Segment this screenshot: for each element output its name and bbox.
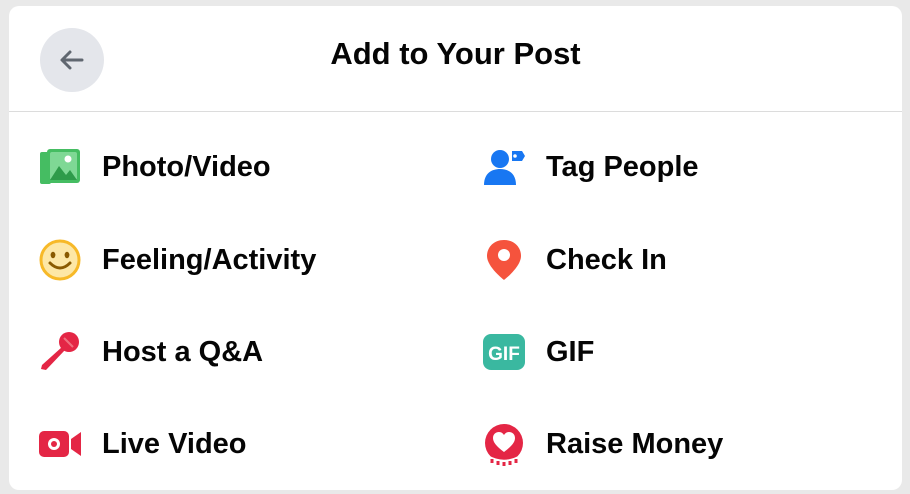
add-to-post-dialog: Add to Your Post Photo/Video Tag People … xyxy=(9,6,902,490)
option-label: Check In xyxy=(546,243,667,276)
option-label: Live Video xyxy=(102,427,247,460)
location-pin-icon xyxy=(481,237,527,283)
option-host-qa[interactable]: Host a Q&A xyxy=(37,317,437,387)
option-feeling-activity[interactable]: Feeling/Activity xyxy=(37,225,437,295)
dialog-title: Add to Your Post xyxy=(330,36,581,71)
option-photo-video[interactable]: Photo/Video xyxy=(37,132,437,202)
option-label: Raise Money xyxy=(546,427,724,460)
live-video-camera-icon xyxy=(37,421,83,467)
option-label: GIF xyxy=(546,335,595,368)
option-live-video[interactable]: Live Video xyxy=(37,409,437,479)
option-raise-money[interactable]: Raise Money xyxy=(481,409,881,479)
option-check-in[interactable]: Check In xyxy=(481,225,881,295)
svg-text:GIF: GIF xyxy=(488,344,520,365)
gif-icon: GIF xyxy=(481,329,527,375)
option-tag-people[interactable]: Tag People xyxy=(481,132,881,202)
tag-people-icon xyxy=(481,144,527,190)
feeling-smiley-icon xyxy=(37,237,83,283)
option-label: Photo/Video xyxy=(102,150,271,183)
option-label: Feeling/Activity xyxy=(102,243,317,276)
option-label: Tag People xyxy=(546,150,699,183)
option-label: Host a Q&A xyxy=(102,335,264,368)
photo-video-icon xyxy=(37,144,83,190)
fundraiser-heart-icon xyxy=(481,421,527,467)
dialog-header: Add to Your Post xyxy=(9,6,902,112)
option-gif[interactable]: GIF GIF xyxy=(481,317,881,387)
microphone-icon xyxy=(37,329,83,375)
